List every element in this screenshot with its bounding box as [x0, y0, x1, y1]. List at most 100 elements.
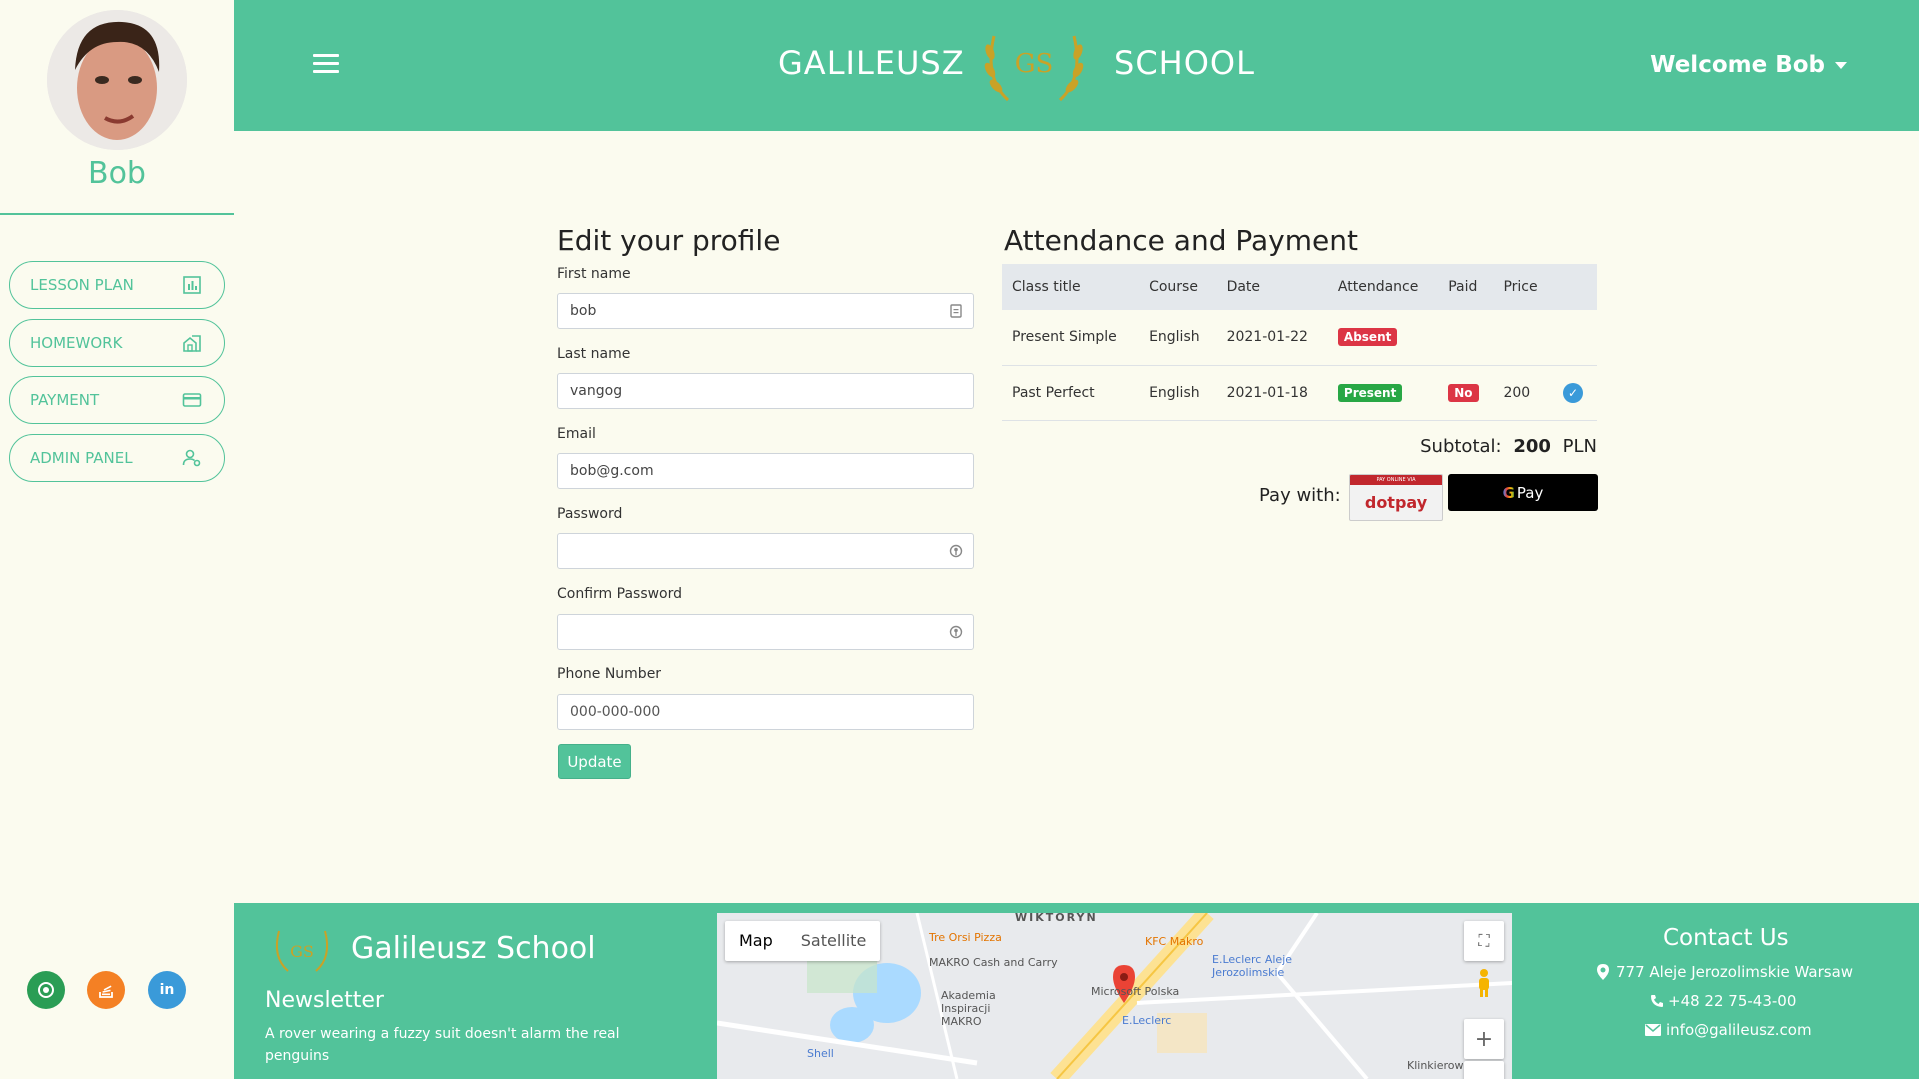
confirm-password-label: Confirm Password: [557, 586, 683, 602]
menu-icon[interactable]: [313, 54, 339, 74]
contact-phone: +48 22 75-43-00: [1650, 992, 1796, 1010]
dotpay-banner: PAY ONLINE VIA: [1350, 475, 1442, 485]
school-logo-icon: GS: [984, 35, 1084, 102]
map-label: WIKTORYN: [1015, 913, 1098, 924]
phone-field[interactable]: 000-000-000: [557, 694, 974, 730]
sidebar-item-lesson-plan[interactable]: LESSON PLAN: [9, 261, 225, 309]
key-icon[interactable]: [949, 544, 963, 558]
sidebar-username: Bob: [88, 156, 146, 191]
google-pay-button[interactable]: G Pay: [1448, 474, 1598, 511]
password-field[interactable]: [557, 533, 974, 569]
linkedin-icon[interactable]: in: [148, 971, 186, 1009]
attendance-title: Attendance and Payment: [1004, 224, 1358, 257]
sidebar-item-admin-panel[interactable]: ADMIN PANEL: [9, 434, 225, 482]
cell-paid: No: [1438, 365, 1494, 421]
sidebar: Bob LESSON PLAN HOMEWORK PAYMENT ADMIN P…: [0, 0, 234, 1079]
autofill-icon[interactable]: [949, 304, 963, 318]
column-header: Price: [1493, 264, 1553, 310]
table-row: Present Simple English 2021-01-22 Absent: [1002, 310, 1597, 366]
cell-paid: [1438, 310, 1494, 366]
paid-badge: No: [1448, 383, 1479, 402]
stackoverflow-glyph: [99, 985, 113, 998]
newsletter-text: A rover wearing a fuzzy suit doesn't ala…: [265, 1026, 620, 1064]
email-label: Email: [557, 426, 596, 442]
mail-icon: [1645, 1024, 1661, 1036]
sidebar-divider: [0, 213, 234, 215]
checkmark-icon[interactable]: ✓: [1563, 382, 1583, 403]
cell-price: [1493, 310, 1553, 366]
first-name-value: bob: [570, 303, 597, 319]
github-icon[interactable]: [27, 971, 65, 1009]
home-work-icon: [183, 335, 201, 352]
footer-logo-text: GS: [290, 942, 314, 961]
credit-card-icon: [182, 393, 202, 407]
table-header-row: Class title Course Date Attendance Paid …: [1002, 264, 1597, 310]
tab-map[interactable]: Map: [725, 921, 787, 961]
first-name-label: First name: [557, 266, 631, 282]
footer-school-name: Galileusz School: [351, 931, 596, 966]
phone-placeholder: 000-000-000: [570, 704, 661, 720]
last-name-field[interactable]: vangog: [557, 373, 974, 409]
map[interactable]: Map Satellite WIKTORYN Tre Orsi Pizza KF…: [717, 913, 1512, 1079]
brand-right: SCHOOL: [1114, 44, 1255, 82]
password-label: Password: [557, 506, 623, 522]
cell-select: ✓: [1553, 365, 1597, 421]
confirm-password-field[interactable]: [557, 614, 974, 650]
footer: GS Galileusz School Newsletter A rover w…: [234, 903, 1919, 1079]
brand-left: GALILEUSZ: [778, 44, 965, 82]
sidebar-item-label: PAYMENT: [30, 391, 100, 409]
cell-class-title: Past Perfect: [1002, 365, 1140, 421]
map-label: Klinkierowa: [1407, 1059, 1471, 1072]
map-label: MAKRO Cash and Carry: [929, 956, 1058, 969]
column-header-empty: [1553, 264, 1597, 310]
first-name-field[interactable]: bob: [557, 293, 974, 329]
subtotal-currency: PLN: [1562, 436, 1597, 457]
cell-course: English: [1139, 310, 1217, 366]
column-header: Class title: [1002, 264, 1140, 310]
chevron-down-icon: [1835, 61, 1847, 69]
stackoverflow-icon[interactable]: [87, 971, 125, 1009]
map-label: Akademia Inspiracji MAKRO: [941, 989, 996, 1028]
map-label: E.Leclerc: [1122, 1014, 1172, 1027]
last-name-value: vangog: [570, 383, 623, 399]
update-button[interactable]: Update: [558, 744, 631, 779]
map-label: KFC Makro: [1145, 935, 1204, 948]
street-view-icon[interactable]: [1464, 965, 1504, 1001]
email-text: info@galileusz.com: [1666, 1021, 1812, 1039]
linkedin-glyph: in: [159, 982, 175, 998]
fullscreen-icon[interactable]: ⛶: [1464, 921, 1504, 961]
subtotal-value: 200: [1513, 436, 1551, 457]
tab-satellite[interactable]: Satellite: [787, 921, 881, 961]
contact-email[interactable]: info@galileusz.com: [1645, 1021, 1812, 1039]
gpay-label: Pay: [1516, 483, 1544, 502]
sidebar-item-label: HOMEWORK: [30, 334, 123, 352]
newsletter-title: Newsletter: [265, 988, 384, 1013]
avatar-image: [47, 10, 187, 150]
sidebar-item-homework[interactable]: HOMEWORK: [9, 319, 225, 367]
header: GALILEUSZ GS SCHOOL Welcome Bob: [234, 0, 1919, 131]
user-menu-toggle[interactable]: Welcome Bob: [1650, 52, 1847, 78]
dotpay-label: dotpay: [1364, 493, 1428, 512]
chart-icon: [183, 276, 201, 294]
sidebar-item-payment[interactable]: PAYMENT: [9, 376, 225, 424]
footer-logo-icon: GS: [275, 930, 329, 972]
google-g-icon: G: [1502, 483, 1515, 502]
email-value: bob@g.com: [570, 463, 654, 479]
key-icon[interactable]: [949, 625, 963, 639]
last-name-label: Last name: [557, 346, 631, 362]
welcome-text: Welcome Bob: [1650, 52, 1825, 78]
cell-date: 2021-01-18: [1216, 365, 1328, 421]
zoom-out-button[interactable]: −: [1464, 1061, 1504, 1079]
phone-text: +48 22 75-43-00: [1668, 992, 1797, 1010]
profile-title: Edit your profile: [557, 224, 781, 257]
dotpay-button[interactable]: PAY ONLINE VIA dotpay: [1349, 474, 1443, 521]
email-field[interactable]: bob@g.com: [557, 453, 974, 489]
status-badge: Absent: [1337, 328, 1398, 347]
avatar[interactable]: [47, 10, 187, 150]
cell-select: [1553, 310, 1597, 366]
github-glyph: [38, 982, 54, 998]
cell-date: 2021-01-22: [1216, 310, 1328, 366]
column-header: Course: [1139, 264, 1217, 310]
column-header: Date: [1216, 264, 1328, 310]
zoom-in-button[interactable]: +: [1464, 1019, 1504, 1059]
